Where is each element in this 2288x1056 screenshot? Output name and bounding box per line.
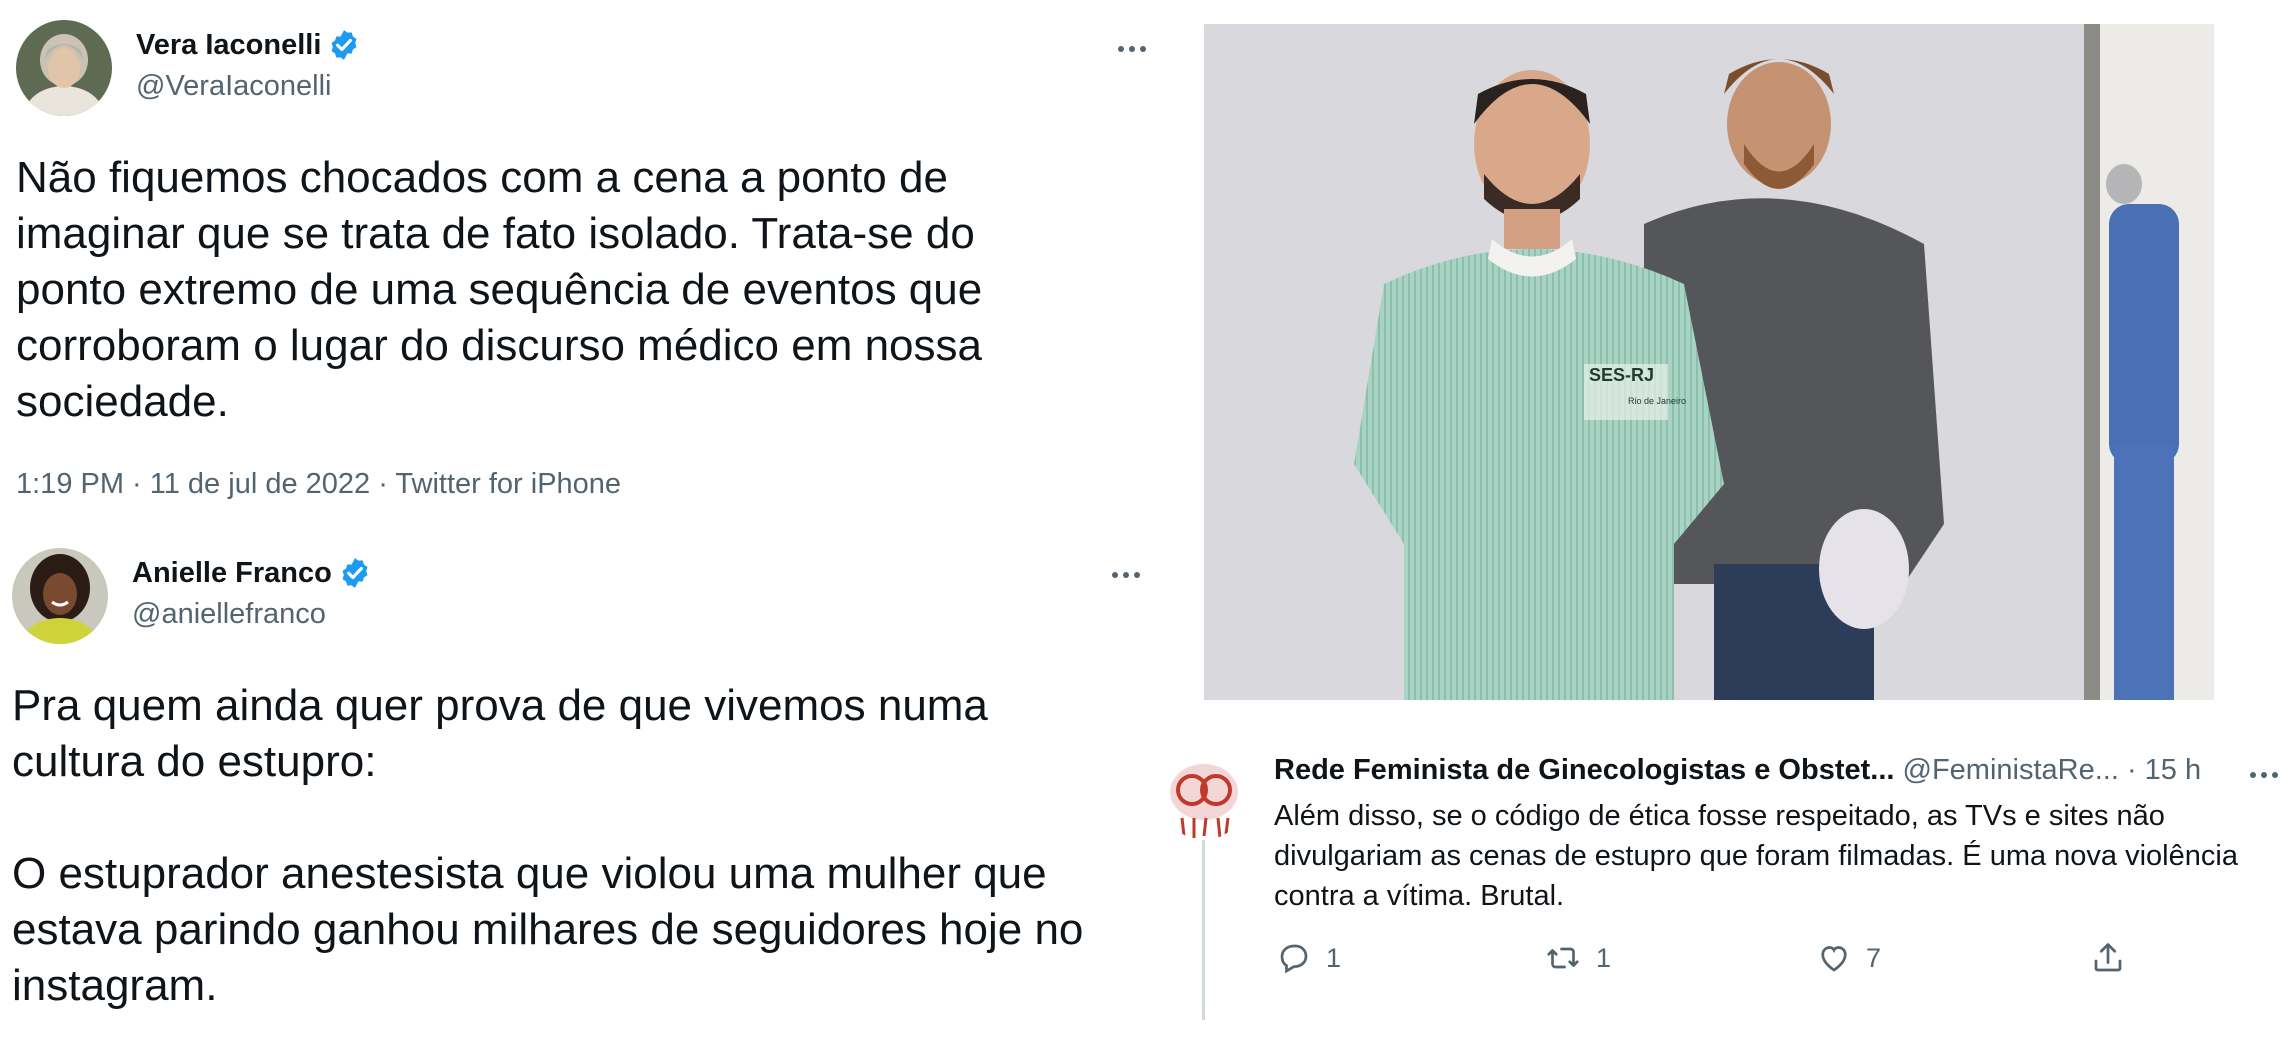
tweet-timestamp[interactable]: 1:19 PM · 11 de jul de 2022 · Twitter fo…	[16, 468, 621, 501]
handle[interactable]: @aniellefranco	[132, 598, 326, 631]
reply-count: 1	[1326, 942, 1342, 973]
reply-text: Além disso, se o código de ética fosse r…	[1274, 800, 2238, 912]
handle[interactable]: @VeraIaconelli	[136, 70, 332, 103]
retweet-icon	[1547, 947, 1579, 969]
tweet-photo[interactable]: SES-RJ Rio de Janeiro	[1204, 24, 2214, 700]
retweet-count: 1	[1596, 942, 1612, 973]
display-name[interactable]: Anielle Franco	[132, 557, 332, 590]
share-action[interactable]	[2090, 940, 2126, 976]
reply-header: Rede Feminista de Ginecologistas e Obste…	[1274, 754, 2201, 787]
avatar-vera[interactable]	[16, 20, 112, 116]
share-icon	[2094, 943, 2122, 972]
handle-and-time[interactable]: @FeministaRe... · 15 h	[1903, 754, 2202, 786]
like-action[interactable]: 7	[1816, 940, 1881, 976]
thread-line	[1202, 840, 1205, 1020]
reply-icon	[1280, 944, 1308, 974]
retweet-action[interactable]: 1	[1544, 940, 1611, 976]
display-name[interactable]: Vera Iaconelli	[136, 29, 321, 62]
display-name[interactable]: Rede Feminista de Ginecologistas e Obste…	[1274, 754, 1894, 786]
tweet-photo-image: SES-RJ Rio de Janeiro	[1204, 24, 2214, 700]
tweet-text: Pra quem ainda quer prova de que vivemos…	[12, 681, 1084, 1010]
avatar-rede-feminista-image	[1162, 756, 1246, 840]
shirt-logo-text: SES-RJ	[1589, 365, 1654, 385]
verified-badge-icon	[331, 30, 357, 60]
shirt-logo-subtext: Rio de Janeiro	[1628, 396, 1686, 406]
more-options-icon[interactable]	[1112, 572, 1140, 578]
avatar-vera-image	[16, 20, 112, 116]
heart-icon	[1821, 946, 1847, 972]
avatar-anielle-image	[12, 548, 108, 644]
avatar-anielle[interactable]	[12, 548, 108, 644]
reply-action[interactable]: 1	[1276, 940, 1341, 976]
more-options-icon[interactable]	[2250, 772, 2278, 778]
tweet-text: Não fiquemos chocados com a cena a ponto…	[16, 153, 983, 426]
like-count: 7	[1866, 942, 1882, 973]
more-options-icon[interactable]	[1118, 46, 1146, 52]
avatar-rede-feminista[interactable]	[1162, 756, 1246, 840]
verified-badge-icon	[342, 558, 368, 588]
